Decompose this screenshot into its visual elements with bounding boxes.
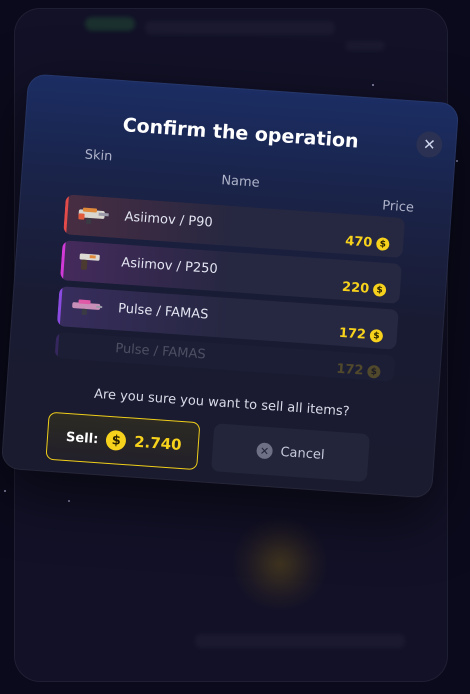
column-header-price: Price <box>381 198 415 216</box>
blurred-coin-glow <box>225 519 335 609</box>
sell-button[interactable]: Sell: $ 2.740 <box>45 411 201 471</box>
famas-gun-icon <box>72 299 103 316</box>
p250-gun-icon <box>79 253 100 270</box>
star-dot <box>372 84 374 86</box>
blurred-badge <box>85 17 135 31</box>
cancel-label: Cancel <box>279 444 325 463</box>
sell-amount: 2.740 <box>133 432 183 454</box>
coin-icon: $ <box>372 283 387 297</box>
item-price-value: 172 <box>338 325 367 343</box>
coin-icon: $ <box>366 364 381 379</box>
coin-icon: $ <box>105 429 127 452</box>
cancel-button[interactable]: ✕ Cancel <box>211 423 371 483</box>
close-icon: ✕ <box>422 135 437 154</box>
item-price-value: 220 <box>341 279 370 297</box>
item-price: 220 $ <box>342 280 387 298</box>
blurred-footer-text <box>195 634 405 648</box>
item-price: 470 $ <box>345 234 390 252</box>
star-dot <box>456 160 458 162</box>
coin-icon: $ <box>375 237 390 251</box>
star-dot <box>68 500 70 502</box>
item-name: Pulse / FAMAS <box>114 341 207 363</box>
item-price-value: 172 <box>335 361 364 379</box>
item-price: 172 $ <box>336 362 381 380</box>
item-price-value: 470 <box>344 233 373 251</box>
close-circle-icon: ✕ <box>256 442 274 460</box>
coin-icon: $ <box>369 328 384 343</box>
blurred-header-text <box>145 21 335 35</box>
confirm-modal: Confirm the operation ✕ Skin Name Price … <box>0 73 460 499</box>
star-dot <box>4 490 6 492</box>
column-header-skin: Skin <box>84 147 113 165</box>
item-price: 172 $ <box>338 325 384 344</box>
sell-label: Sell: <box>65 429 99 447</box>
blurred-header-meta <box>345 41 385 51</box>
column-header-name: Name <box>220 173 261 191</box>
p90-gun-icon <box>78 207 109 225</box>
